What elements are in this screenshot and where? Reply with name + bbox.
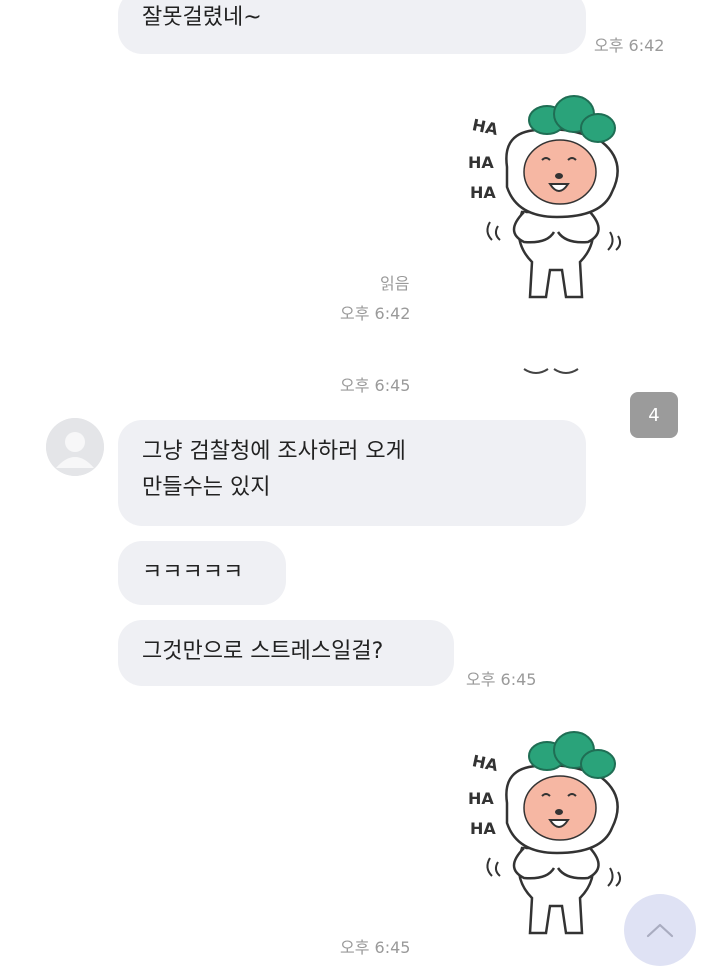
sticker-text: HA bbox=[468, 789, 494, 808]
avatar[interactable] bbox=[46, 418, 104, 476]
message-text-line: 만들수는 있지 bbox=[142, 475, 271, 500]
sticker-text: HA bbox=[471, 751, 501, 775]
laughing-sticker[interactable]: HA HA HA bbox=[462, 728, 637, 938]
divider-time: 오후 6:45 bbox=[340, 376, 411, 395]
message-time: 오후 6:45 bbox=[340, 938, 411, 957]
sticker-text: HA bbox=[468, 153, 494, 172]
message-text: 잘못걸렸네~ bbox=[142, 5, 262, 30]
sticker-text: HA bbox=[471, 115, 501, 139]
message-time: 오후 6:42 bbox=[340, 304, 411, 323]
laughing-sticker[interactable]: HA HA HA bbox=[462, 92, 637, 302]
sticker-text: HA bbox=[470, 819, 496, 838]
message-bubble[interactable]: ㅋㅋㅋㅋㅋ bbox=[118, 541, 286, 605]
read-status: 읽음 bbox=[380, 274, 410, 293]
sticker-character-icon: HA HA HA bbox=[468, 95, 622, 299]
message-bubble[interactable]: 그것만으로 스트레스일걸? bbox=[118, 620, 454, 686]
sticker-character-icon: HA HA HA bbox=[468, 731, 622, 935]
unread-count-badge[interactable]: 4 bbox=[630, 392, 678, 438]
sticker-fragment bbox=[520, 362, 582, 376]
message-text: ㅋㅋㅋㅋㅋ bbox=[142, 560, 244, 585]
message-text-line: 그냥 검찰청에 조사하러 오게 bbox=[142, 439, 406, 464]
message-time: 오후 6:45 bbox=[466, 670, 537, 689]
chevron-up-icon bbox=[646, 923, 674, 938]
message-text: 그것만으로 스트레스일걸? bbox=[142, 639, 384, 664]
default-avatar-icon bbox=[46, 418, 104, 476]
message-bubble[interactable]: 잘못걸렸네~ bbox=[118, 0, 586, 54]
message-bubble[interactable]: 그냥 검찰청에 조사하러 오게 만들수는 있지 bbox=[118, 420, 586, 526]
sticker-text: HA bbox=[470, 183, 496, 202]
message-time: 오후 6:42 bbox=[594, 36, 665, 55]
scroll-to-top-button[interactable] bbox=[624, 894, 696, 966]
